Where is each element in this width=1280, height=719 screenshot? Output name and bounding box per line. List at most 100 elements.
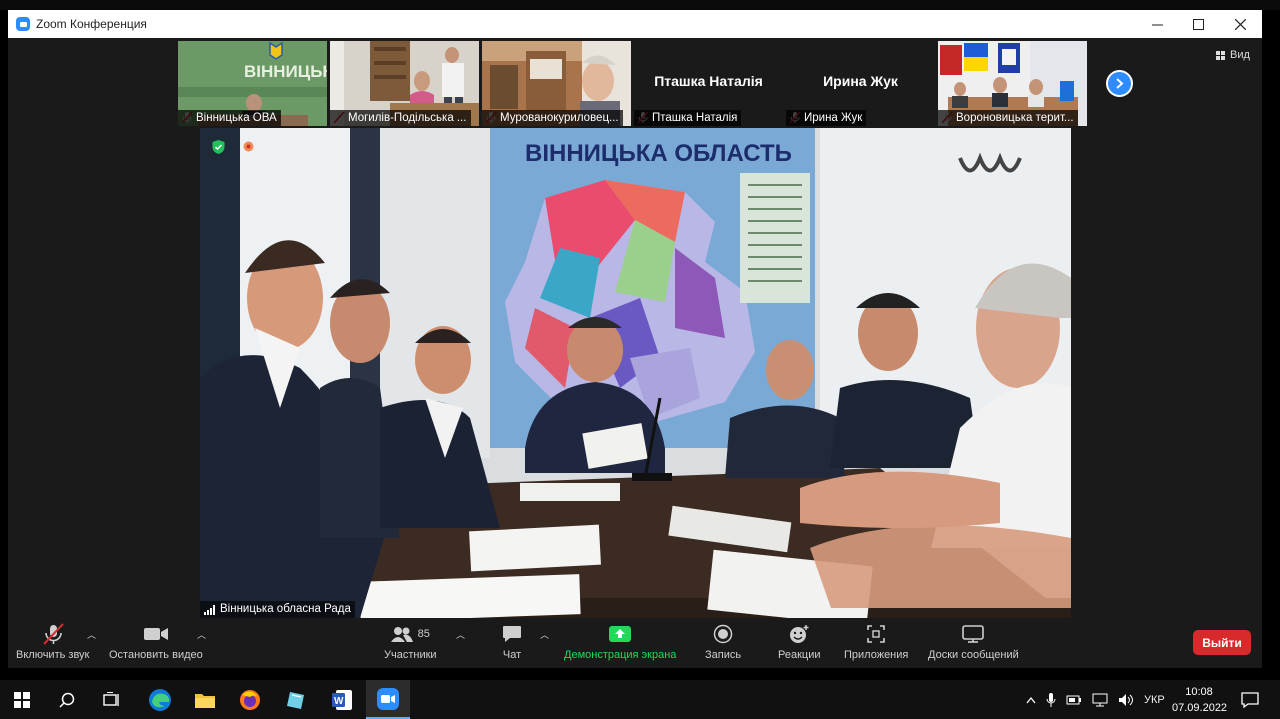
participant-tile[interactable]: Пташка Наталія Пташка Наталія [634,41,783,126]
leave-button[interactable]: Выйти [1193,630,1251,655]
taskbar-clock[interactable]: 10:08 07.09.2022 [1172,684,1228,716]
record-label: Запись [705,649,742,661]
apps-icon [867,625,885,643]
chat-label: Чат [502,649,522,661]
folder-icon [195,693,215,708]
reactions-icon [790,625,809,643]
search-icon [59,692,75,708]
chat-options-caret[interactable]: ︿ [540,628,549,641]
gallery-strip: ВІННИЦЬКА Вінницька ОВА Могилів-Подільсь… [178,41,1087,126]
maximize-icon[interactable] [1176,10,1220,38]
speaker-name: Вінницька обласна Рада [220,603,351,615]
video-camera-icon [143,628,168,640]
record-icon [713,624,733,644]
participant-tile[interactable]: Мурованокуриловец... [482,41,631,126]
whiteboard-icon [962,625,985,643]
participant-name: Вінницька ОВА [178,110,281,126]
tile-wall-text: ВІННИЦЬКА [244,62,327,81]
video-options-caret[interactable]: ︿ [197,628,206,641]
minimize-icon[interactable] [1135,10,1179,38]
search-button[interactable] [45,680,89,719]
participants-button[interactable]: 85 Участники [384,622,437,661]
chevron-up-icon[interactable] [1026,696,1036,704]
taskbar-word[interactable]: W [320,680,364,719]
whiteboards-button[interactable]: Доски сообщений [928,622,1019,661]
share-screen-icon [609,626,632,642]
stop-video-button[interactable]: Остановить видео [109,622,203,661]
share-screen-button[interactable]: Демонстрация экрана [564,622,676,661]
unmute-button[interactable]: Включить звук [16,622,89,661]
desktop-top-strip [0,0,1280,10]
participant-tile[interactable]: Вороновицька терит... [938,41,1087,126]
start-button[interactable] [0,680,44,719]
windows-taskbar: W УКР 10:08 07.09.2022 [0,680,1280,719]
mic-muted-icon [42,623,64,645]
participant-tile[interactable]: Могилів-Подільська ... [330,41,479,126]
unmute-label: Включить звук [16,649,90,661]
whiteboards-label: Доски сообщений [928,649,1019,661]
notifications-button[interactable] [1230,680,1270,719]
meeting-toolbar: Включить звук ︿ Остановить видео ︿ 85 Уч… [8,618,1262,668]
shield-check-icon [212,140,225,154]
participant-name: Вороновицька терит... [938,110,1078,126]
window-titlebar[interactable]: Zoom Конференция [8,10,1262,38]
speaker-video-frame: ВІННИЦЬКА ОБЛАСТЬ [200,128,1071,618]
signal-strength-icon [204,604,215,615]
participants-icon [390,627,413,642]
word-icon: W [332,689,352,710]
next-page-button[interactable] [1106,70,1133,97]
svg-text:W: W [334,696,344,707]
notepad-app-icon [287,691,304,709]
volume-icon[interactable] [1118,693,1134,707]
view-button[interactable]: Вид [1216,49,1250,61]
participant-tile[interactable]: ВІННИЦЬКА Вінницька ОВА [178,41,327,126]
edge-browser-icon [149,688,171,711]
apps-button[interactable]: Приложения [844,622,908,661]
participant-name: Пташка Наталія [634,110,742,126]
zoom-logo-icon [16,17,30,31]
task-view-icon [103,691,119,706]
task-view-button[interactable] [90,680,134,719]
battery-icon[interactable] [1066,694,1082,706]
recording-indicator-icon [243,141,254,152]
participants-label: Участники [384,649,437,661]
participant-tile-name: Пташка Наталія [654,73,763,89]
clock-time: 10:08 [1185,686,1213,698]
network-icon[interactable] [1092,693,1108,707]
chat-button[interactable]: Чат [502,622,522,661]
clock-date: 07.09.2022 [1172,702,1228,714]
chat-bubble-icon [503,626,521,642]
participants-options-caret[interactable]: ︿ [456,628,465,641]
system-tray: УКР [1026,680,1165,719]
close-icon[interactable] [1218,10,1262,38]
participant-name: Могилів-Подільська ... [330,110,471,126]
apps-label: Приложения [844,649,909,661]
participants-count: 85 [417,628,430,640]
taskbar-file-explorer[interactable] [183,680,227,719]
active-speaker-video[interactable]: ВІННИЦЬКА ОБЛАСТЬ [200,128,1071,618]
firefox-icon [240,689,260,710]
taskbar-app[interactable] [274,680,318,719]
record-button[interactable]: Запись [705,622,741,661]
wall-map-title: ВІННИЦЬКА ОБЛАСТЬ [525,140,792,167]
taskbar-zoom[interactable] [366,680,410,719]
grid-view-icon [1216,50,1225,60]
window-title: Zoom Конференция [36,17,147,31]
share-screen-label: Демонстрация экрана [564,649,677,661]
microphone-icon[interactable] [1046,692,1056,707]
participant-tile-name: Ирина Жук [823,73,898,89]
active-speaker-label: Вінницька обласна Рада [200,601,355,618]
zoom-app-icon [377,687,399,710]
reactions-label: Реакции [778,649,821,661]
windows-logo-icon [14,691,30,708]
view-label: Вид [1230,49,1250,61]
participant-tile[interactable]: Ирина Жук Ирина Жук [786,41,935,126]
notification-icon [1241,691,1259,708]
reactions-button[interactable]: Реакции [778,622,821,661]
input-language[interactable]: УКР [1144,694,1165,706]
taskbar-firefox[interactable] [228,680,272,719]
participant-name: Ирина Жук [786,110,867,126]
taskbar-edge[interactable] [138,680,182,719]
participant-name: Мурованокуриловец... [482,110,623,126]
audio-options-caret[interactable]: ︿ [87,628,96,641]
